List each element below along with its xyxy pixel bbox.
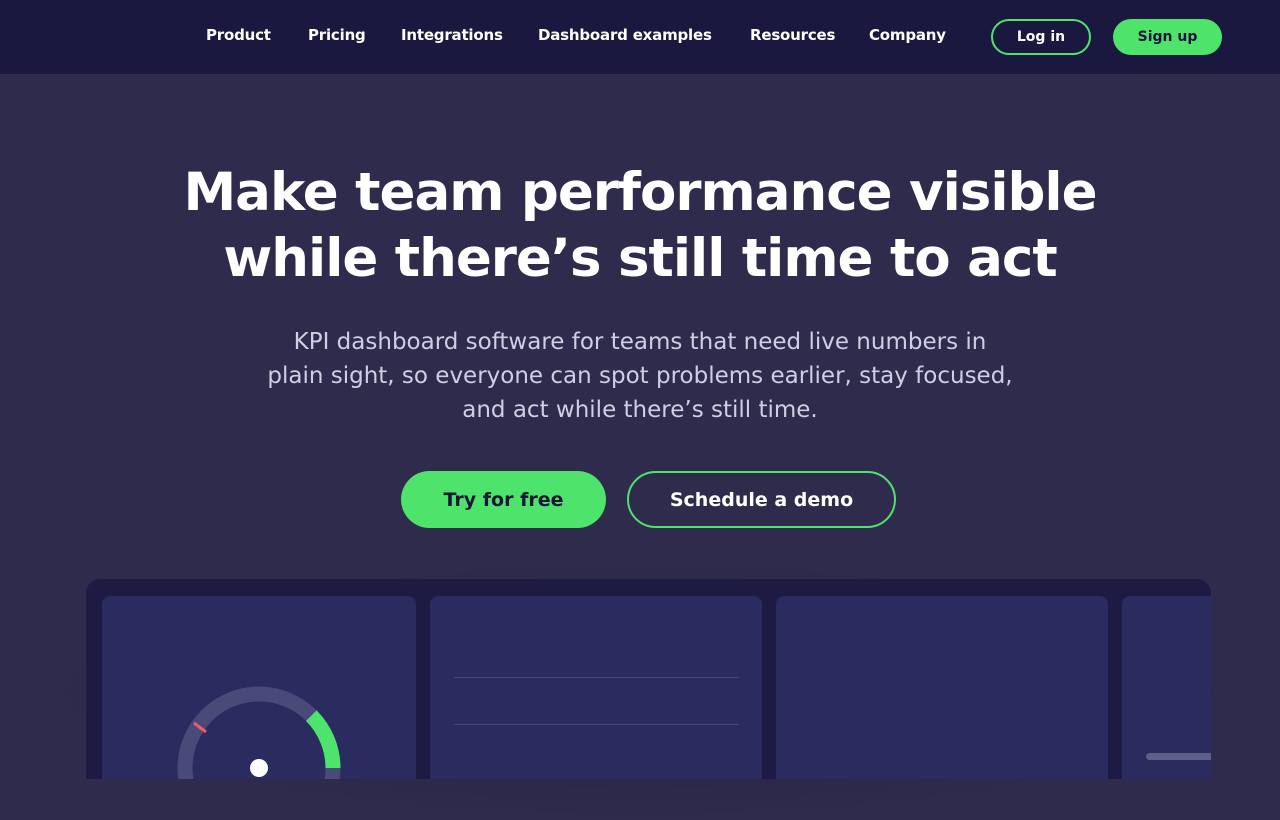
nav-link-company[interactable]: Company — [869, 26, 946, 44]
nav-link-product[interactable]: Product — [206, 26, 271, 44]
nav-link-resources[interactable]: Resources — [750, 26, 835, 44]
nav-link-integrations[interactable]: Integrations — [401, 26, 503, 44]
dashboard-preview — [86, 579, 1211, 779]
top-navigation: Product Pricing Integrations Dashboard e… — [0, 0, 1280, 74]
nav-link-pricing[interactable]: Pricing — [308, 26, 366, 44]
hero-subtitle-line-3: and act while there’s still time. — [462, 397, 818, 423]
hero-subtitle-line-1: KPI dashboard software for teams that ne… — [293, 329, 987, 355]
dashboard-panel-list — [1122, 596, 1211, 779]
dashboard-panel-gauge — [102, 596, 416, 779]
list-scroll-indicator — [1146, 753, 1211, 760]
try-for-free-button[interactable]: Try for free — [401, 471, 606, 528]
dashboard-panel-metric — [776, 596, 1108, 779]
dashboard-panel-chart — [430, 596, 762, 779]
login-button[interactable]: Log in — [991, 19, 1091, 55]
nav-link-dashboard-examples[interactable]: Dashboard examples — [538, 26, 712, 44]
chart-gridline — [454, 724, 739, 725]
hero-title-line-1: Make team performance visible — [183, 162, 1097, 223]
schedule-demo-button[interactable]: Schedule a demo — [627, 471, 896, 528]
hero-subtitle: KPI dashboard software for teams that ne… — [0, 325, 1280, 427]
signup-button[interactable]: Sign up — [1113, 19, 1222, 55]
chart-gridline — [454, 677, 739, 678]
hero-title-line-2: while there’s still time to act — [223, 228, 1057, 289]
hero-title: Make team performance visible while ther… — [0, 160, 1280, 292]
hero-subtitle-line-2: plain sight, so everyone can spot proble… — [267, 363, 1013, 389]
gauge-icon — [177, 686, 341, 779]
